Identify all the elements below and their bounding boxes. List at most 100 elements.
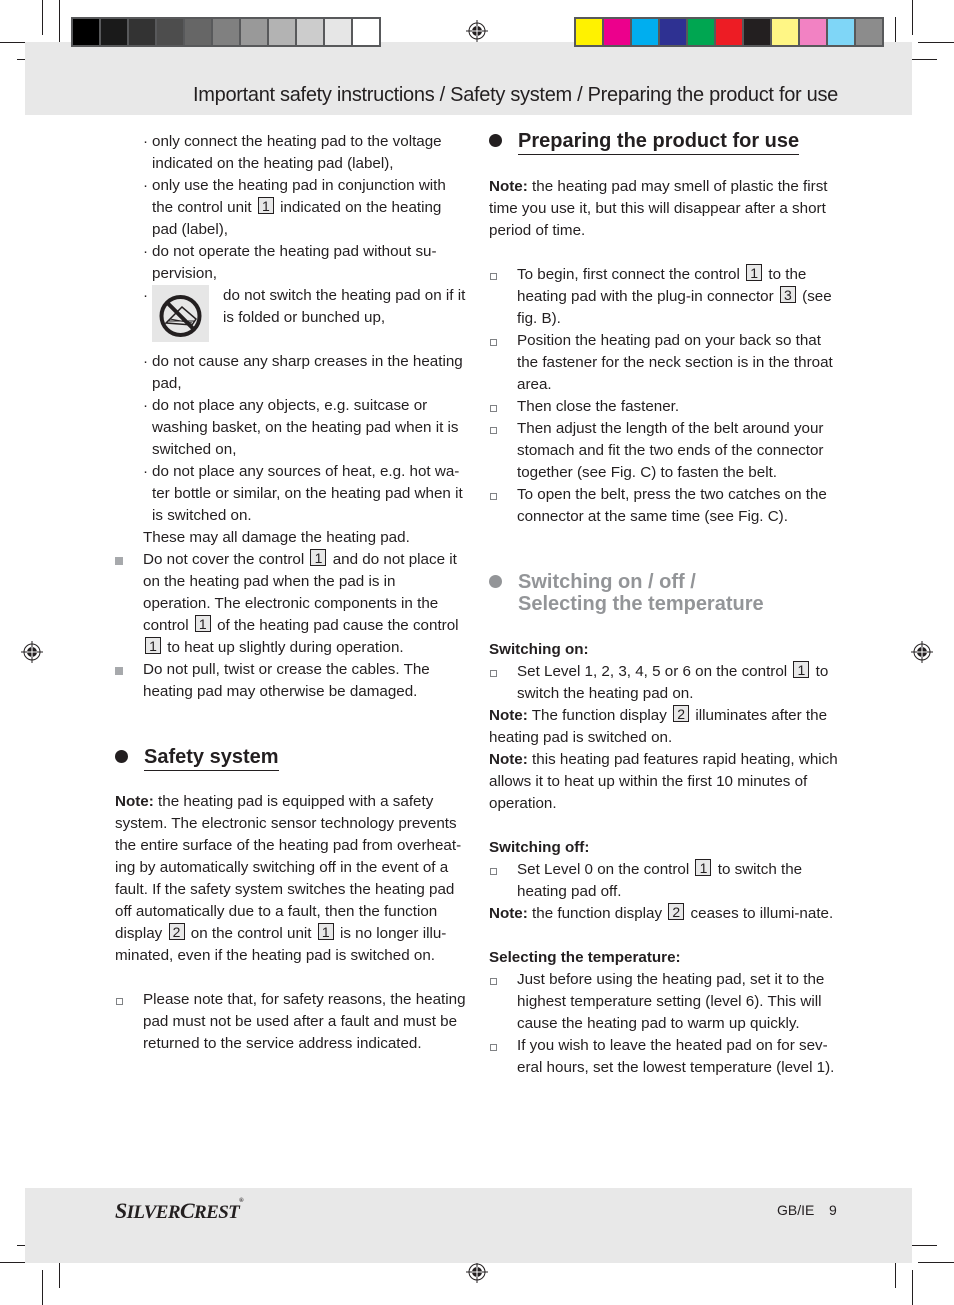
ref-number: 2 — [673, 705, 690, 722]
ref-number: 1 — [746, 264, 763, 281]
crop-mark — [42, 1270, 43, 1305]
color-swatch — [660, 19, 686, 45]
checkbox-bullet-icon — [490, 868, 497, 875]
crop-mark — [59, 0, 60, 46]
list-item: To begin, first connect the control 1 to… — [489, 264, 841, 330]
crop-mark — [42, 0, 43, 35]
color-swatch — [353, 19, 379, 45]
list-item: If you wish to leave the heated pad on f… — [489, 1035, 841, 1079]
subheading: Selecting the temperature: — [489, 949, 681, 966]
checkbox-bullet-icon — [490, 670, 497, 677]
registration-mark-icon — [466, 1261, 488, 1283]
color-swatch — [101, 19, 127, 45]
ref-number: 1 — [793, 661, 810, 678]
list-item: Do not pull, twist or crease the cables.… — [115, 659, 467, 703]
summary-text: These may all damage the heating pad. — [143, 529, 410, 546]
color-swatch — [157, 19, 183, 45]
list-item: To open the belt, press the two catches … — [489, 484, 841, 528]
page-title: Important safety instructions / Safety s… — [193, 84, 838, 106]
color-swatch — [688, 19, 714, 45]
color-swatch — [744, 19, 770, 45]
list-item: Position the heating pad on your back so… — [489, 330, 841, 396]
list-item: · do not place any sources of heat, e.g. … — [143, 463, 463, 524]
ref-number: 3 — [779, 286, 796, 303]
color-swatch — [129, 19, 155, 45]
ref-number: 1 — [145, 637, 161, 654]
list-item: Do not cover the control 1 and do not pl… — [115, 549, 467, 659]
crop-mark — [912, 0, 913, 35]
square-bullet-icon — [115, 557, 123, 565]
bullet-disc-icon — [489, 134, 502, 147]
list-item: · do not switch the heating pad on if it… — [143, 285, 467, 351]
subheading: Switching on: — [489, 641, 589, 658]
ref-number: 1 — [317, 923, 334, 940]
no-folding-icon — [152, 285, 209, 342]
ref-number: 1 — [257, 197, 274, 214]
note-paragraph: Note: The function display 2 illuminates… — [489, 705, 828, 746]
right-column: Preparing the product for use Note: the … — [489, 130, 841, 1079]
color-swatch — [241, 19, 267, 45]
color-swatch — [604, 19, 630, 45]
checkbox-bullet-icon — [490, 493, 497, 500]
color-swatch — [297, 19, 323, 45]
color-swatch — [269, 19, 295, 45]
list-item: · do not cause any sharp creases in the h… — [143, 353, 463, 392]
color-swatch — [856, 19, 882, 45]
list-item: Set Level 1, 2, 3, 4, 5 or 6 on the cont… — [489, 661, 841, 705]
registration-mark-icon — [21, 641, 43, 663]
bullet-disc-icon — [115, 750, 128, 763]
color-swatch — [800, 19, 826, 45]
grey-calibration-bar — [71, 17, 381, 47]
left-column: · only connect the heating pad to the vol… — [115, 131, 467, 1055]
crop-mark — [918, 42, 954, 43]
note-paragraph: Note: the heating pad may smell of plast… — [489, 178, 828, 239]
list-item: · only connect the heating pad to the vol… — [143, 133, 442, 172]
note-paragraph: Note: the heating pad is equipped with a… — [115, 793, 462, 964]
note-paragraph: Note: this heating pad features rapid he… — [489, 751, 838, 812]
bullet-disc-icon — [489, 575, 502, 588]
ref-number: 1 — [695, 859, 712, 876]
color-swatch — [828, 19, 854, 45]
ref-number: 1 — [194, 615, 211, 632]
section-heading: Switching on / off / Selecting the temper… — [489, 571, 841, 617]
section-heading: Safety system — [115, 746, 467, 771]
list-item: Please note that, for safety reasons, th… — [115, 989, 467, 1055]
note-paragraph: Note: the function display 2 ceases to i… — [489, 903, 834, 922]
checkbox-bullet-icon — [490, 978, 497, 985]
brand-logo: SILVERCREST® — [115, 1198, 244, 1223]
ref-number: 2 — [668, 903, 685, 920]
list-item: Set Level 0 on the control 1 to switch t… — [489, 859, 841, 903]
checkbox-bullet-icon — [490, 405, 497, 412]
color-swatch — [772, 19, 798, 45]
list-item: Then adjust the length of the belt aroun… — [489, 418, 841, 484]
list-item: Just before using the heating pad, set i… — [489, 969, 841, 1035]
page-number: 9 — [829, 1202, 837, 1218]
language-code: GB/IE — [777, 1202, 815, 1218]
color-swatch — [73, 19, 99, 45]
section-heading: Preparing the product for use — [489, 130, 841, 155]
crop-mark — [918, 1262, 954, 1263]
list-item: · do not place any objects, e.g. suitcase… — [143, 397, 459, 458]
color-swatch — [325, 19, 351, 45]
list-item: Then close the fastener. — [489, 396, 841, 418]
registration-mark-icon — [466, 20, 488, 42]
checkbox-bullet-icon — [116, 998, 123, 1005]
color-swatch — [576, 19, 602, 45]
ref-number: 2 — [168, 923, 185, 940]
checkbox-bullet-icon — [490, 339, 497, 346]
square-bullet-icon — [115, 667, 123, 675]
crop-mark — [912, 1270, 913, 1305]
registration-mark-icon — [911, 641, 933, 663]
checkbox-bullet-icon — [490, 273, 497, 280]
subheading: Switching off: — [489, 839, 590, 856]
checkbox-bullet-icon — [490, 1044, 497, 1051]
list-item: · only use the heating pad in conjunction… — [143, 177, 446, 238]
color-swatch — [716, 19, 742, 45]
color-swatch — [213, 19, 239, 45]
checkbox-bullet-icon — [490, 427, 497, 434]
color-calibration-bar — [574, 17, 884, 47]
color-swatch — [185, 19, 211, 45]
color-swatch — [632, 19, 658, 45]
list-item: · do not operate the heating pad without … — [143, 243, 437, 282]
ref-number: 1 — [310, 549, 327, 566]
